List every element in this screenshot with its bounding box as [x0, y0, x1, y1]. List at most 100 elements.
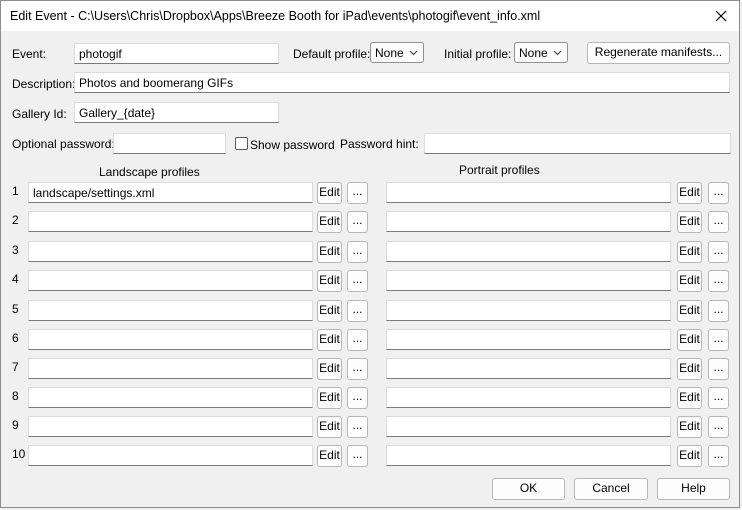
portrait-edit-button[interactable]: Edit: [677, 416, 702, 438]
title-bar: Edit Event - C:\Users\Chris\Dropbox\Apps…: [1, 1, 739, 31]
portrait-browse-button[interactable]: ...: [708, 241, 729, 263]
password-hint-input[interactable]: [424, 133, 731, 154]
initial-profile-value: None: [519, 46, 548, 60]
optional-password-input[interactable]: [113, 133, 226, 154]
portrait-profiles-header: Portrait profiles: [459, 163, 540, 177]
landscape-profile-input[interactable]: [28, 329, 313, 350]
row-number: 4: [12, 272, 19, 286]
landscape-profile-input[interactable]: [28, 445, 313, 466]
landscape-profile-input[interactable]: [28, 241, 313, 262]
landscape-edit-button[interactable]: Edit: [317, 416, 342, 438]
row-number: 6: [12, 331, 19, 345]
row-number: 1: [12, 184, 19, 198]
show-password-label[interactable]: Show password: [250, 138, 335, 152]
portrait-browse-button[interactable]: ...: [708, 300, 729, 322]
initial-profile-select[interactable]: None: [514, 42, 568, 63]
event-input[interactable]: photogif: [74, 43, 279, 64]
landscape-edit-button[interactable]: Edit: [317, 387, 342, 409]
gallery-id-label: Gallery Id:: [12, 107, 67, 121]
gallery-id-input[interactable]: Gallery_{date}: [74, 102, 279, 123]
close-icon: [715, 10, 727, 22]
chevron-down-icon: [553, 50, 562, 56]
landscape-profile-input[interactable]: [28, 358, 313, 379]
description-input[interactable]: Photos and boomerang GIFs: [74, 72, 730, 93]
portrait-edit-button[interactable]: Edit: [677, 182, 702, 204]
portrait-browse-button[interactable]: ...: [708, 329, 729, 351]
landscape-browse-button[interactable]: ...: [347, 300, 368, 322]
portrait-edit-button[interactable]: Edit: [677, 387, 702, 409]
window-title: Edit Event - C:\Users\Chris\Dropbox\Apps…: [10, 9, 541, 23]
landscape-edit-button[interactable]: Edit: [317, 445, 342, 467]
portrait-edit-button[interactable]: Edit: [677, 211, 702, 233]
row-number: 3: [12, 243, 19, 257]
landscape-edit-button[interactable]: Edit: [317, 329, 342, 351]
chevron-down-icon: [409, 50, 418, 56]
initial-profile-label: Initial profile:: [444, 47, 512, 61]
portrait-edit-button[interactable]: Edit: [677, 329, 702, 351]
portrait-browse-button[interactable]: ...: [708, 445, 729, 467]
landscape-profile-input[interactable]: [28, 387, 313, 408]
portrait-edit-button[interactable]: Edit: [677, 270, 702, 292]
row-number: 8: [12, 389, 19, 403]
portrait-profile-input[interactable]: [386, 270, 671, 291]
portrait-edit-button[interactable]: Edit: [677, 241, 702, 263]
landscape-profile-input[interactable]: landscape/settings.xml: [28, 182, 313, 203]
show-password-checkbox[interactable]: [235, 137, 248, 150]
portrait-browse-button[interactable]: ...: [708, 387, 729, 409]
landscape-browse-button[interactable]: ...: [347, 387, 368, 409]
portrait-profile-input[interactable]: [386, 387, 671, 408]
landscape-profile-input[interactable]: [28, 416, 313, 437]
landscape-profile-input[interactable]: [28, 270, 313, 291]
row-number: 9: [12, 418, 19, 432]
portrait-profile-input[interactable]: [386, 445, 671, 466]
edit-event-dialog: Edit Event - C:\Users\Chris\Dropbox\Apps…: [0, 0, 740, 508]
portrait-browse-button[interactable]: ...: [708, 182, 729, 204]
row-number: 2: [12, 213, 19, 227]
landscape-edit-button[interactable]: Edit: [317, 182, 342, 204]
ok-button[interactable]: OK: [492, 478, 565, 500]
portrait-browse-button[interactable]: ...: [708, 416, 729, 438]
portrait-profile-input[interactable]: [386, 358, 671, 379]
portrait-edit-button[interactable]: Edit: [677, 358, 702, 380]
portrait-browse-button[interactable]: ...: [708, 270, 729, 292]
default-profile-label: Default profile:: [293, 47, 371, 61]
landscape-browse-button[interactable]: ...: [347, 358, 368, 380]
optional-password-label: Optional password:: [12, 137, 115, 151]
portrait-profile-input[interactable]: [386, 300, 671, 321]
portrait-profile-input[interactable]: [386, 211, 671, 232]
landscape-browse-button[interactable]: ...: [347, 445, 368, 467]
row-number: 10: [12, 447, 26, 461]
landscape-browse-button[interactable]: ...: [347, 211, 368, 233]
landscape-browse-button[interactable]: ...: [347, 329, 368, 351]
regenerate-manifests-button[interactable]: Regenerate manifests...: [587, 42, 730, 64]
help-button[interactable]: Help: [657, 478, 730, 500]
close-button[interactable]: [709, 5, 733, 27]
portrait-profile-input[interactable]: [386, 416, 671, 437]
portrait-profile-input[interactable]: [386, 329, 671, 350]
portrait-edit-button[interactable]: Edit: [677, 300, 702, 322]
landscape-edit-button[interactable]: Edit: [317, 211, 342, 233]
default-profile-select[interactable]: None: [370, 42, 424, 63]
landscape-browse-button[interactable]: ...: [347, 270, 368, 292]
landscape-profile-input[interactable]: [28, 300, 313, 321]
password-hint-label: Password hint:: [340, 137, 419, 151]
landscape-edit-button[interactable]: Edit: [317, 270, 342, 292]
row-number: 7: [12, 360, 19, 374]
landscape-browse-button[interactable]: ...: [347, 241, 368, 263]
landscape-profiles-header: Landscape profiles: [99, 165, 200, 179]
portrait-profile-input[interactable]: [386, 241, 671, 262]
default-profile-value: None: [375, 46, 404, 60]
portrait-browse-button[interactable]: ...: [708, 211, 729, 233]
landscape-browse-button[interactable]: ...: [347, 416, 368, 438]
landscape-edit-button[interactable]: Edit: [317, 300, 342, 322]
portrait-browse-button[interactable]: ...: [708, 358, 729, 380]
landscape-edit-button[interactable]: Edit: [317, 241, 342, 263]
cancel-button[interactable]: Cancel: [574, 478, 648, 500]
landscape-edit-button[interactable]: Edit: [317, 358, 342, 380]
portrait-edit-button[interactable]: Edit: [677, 445, 702, 467]
portrait-profile-input[interactable]: [386, 182, 671, 203]
landscape-profile-input[interactable]: [28, 211, 313, 232]
landscape-browse-button[interactable]: ...: [347, 182, 368, 204]
row-number: 5: [12, 302, 19, 316]
event-label: Event:: [12, 47, 47, 61]
